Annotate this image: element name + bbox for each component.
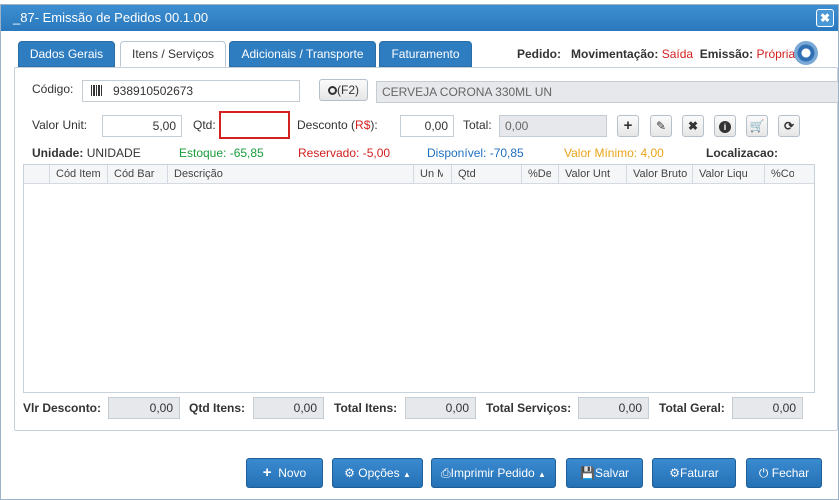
power-icon: ⏻ (758, 466, 769, 480)
unidade-info: Unidade: UNIDADE (32, 146, 141, 160)
column-header-valor-liquido[interactable]: Valor Liqu (692, 165, 752, 184)
desconto-label-suffix: ): (370, 118, 378, 132)
info-icon[interactable]: i (714, 115, 736, 137)
salvar-label: Salvar (594, 466, 629, 480)
salvar-button[interactable]: 💾Salvar (566, 458, 643, 488)
tab-dados-gerais[interactable]: Dados Gerais (18, 41, 115, 67)
column-header-comissao[interactable]: %Co (764, 165, 794, 184)
caret-up-icon: ▲ (402, 470, 411, 479)
cart-icon[interactable]: 🛒 (746, 115, 768, 137)
column-header-valor-unt[interactable]: Valor Unt (558, 165, 624, 184)
vlr-desconto-label: Vlr Desconto: (23, 401, 102, 415)
desconto-currency: R$ (355, 118, 371, 132)
gear-small-icon: ⚙ (669, 466, 681, 480)
items-table: Cód Item Cód Bar Descrição Un M Qtd %De … (23, 164, 815, 393)
table-header: Cód Item Cód Bar Descrição Un M Qtd %De … (24, 165, 814, 184)
pedido-label: Pedido: (517, 47, 561, 61)
column-header-valor-bruto[interactable]: Valor Bruto (626, 165, 692, 184)
tab-adicionais-transporte[interactable]: Adicionais / Transporte (229, 41, 376, 67)
delete-icon[interactable]: ✖ (682, 115, 704, 137)
valor-unit-label: Valor Unit: (32, 118, 88, 132)
title-bar: _87- Emissão de Pedidos 00.1.00 ✖ (1, 5, 838, 31)
novo-label: Novo (278, 466, 307, 480)
close-icon[interactable]: ✖ (816, 9, 834, 27)
total-label: Total: (463, 118, 492, 132)
gear-small-icon: ⚙ (344, 466, 355, 480)
refresh-icon[interactable]: ⟳ (778, 115, 800, 137)
column-header-descricao[interactable]: Descrição (167, 165, 416, 184)
order-dialog: _87- Emissão de Pedidos 00.1.00 ✖ Dados … (0, 4, 839, 500)
total-field: 0,00 (499, 115, 607, 137)
descricao-field: CERVEJA CORONA 330ML UN (376, 81, 838, 103)
column-header-cod-bar[interactable]: Cód Bar (107, 165, 159, 184)
caret-up-icon: ▲ (538, 470, 546, 479)
imprimir-label: Imprimir Pedido (450, 466, 535, 480)
plus-icon: + (262, 464, 272, 481)
unidade-value: UNIDADE (86, 146, 141, 160)
edit-icon[interactable]: ✎ (650, 115, 672, 137)
faturar-label: Faturar (680, 466, 719, 480)
valor-minimo-info: Valor Mínimo: 4,00 (564, 146, 664, 160)
disponivel-info: Disponível: -70,85 (427, 146, 524, 160)
codigo-value: 938910502673 (113, 84, 194, 98)
desconto-field[interactable]: 0,00 (400, 115, 454, 137)
tab-faturamento[interactable]: Faturamento (379, 41, 472, 67)
column-header-desconto[interactable]: %De (521, 165, 551, 184)
opcoes-button[interactable]: ⚙ Opções ▲ (332, 458, 423, 488)
column-header-cod-item[interactable]: Cód Item (49, 165, 101, 184)
opcoes-label: Opções (358, 466, 400, 480)
movimentacao-value: Saída (661, 47, 694, 61)
search-icon (328, 86, 337, 95)
total-geral-label: Total Geral: (659, 401, 725, 415)
imprimir-pedido-button[interactable]: ⎙Imprimir Pedido ▲ (431, 458, 556, 488)
desconto-label-prefix: Desconto ( (297, 118, 356, 132)
vlr-desconto-value: 0,00 (108, 397, 180, 419)
faturar-button[interactable]: ⚙Faturar (652, 458, 736, 488)
estoque-info: Estoque: -65,85 (179, 146, 264, 160)
total-geral-value: 0,00 (732, 397, 803, 419)
search-button[interactable]: (F2) (319, 79, 368, 101)
qtd-itens-value: 0,00 (253, 397, 324, 419)
valor-unit-field[interactable]: 5,00 (102, 115, 182, 137)
emissao-value: Própria (756, 47, 796, 61)
codigo-label: Código: (32, 82, 74, 96)
qtd-itens-label: Qtd Itens: (189, 401, 245, 415)
qtd-field[interactable] (219, 111, 290, 139)
total-servicos-label: Total Serviços: (486, 401, 572, 415)
save-icon: 💾 (580, 466, 595, 480)
emissao-label: Emissão: (699, 47, 754, 61)
codigo-field[interactable]: 938910502673 (82, 80, 300, 102)
column-header-un-m[interactable]: Un M (413, 165, 443, 184)
window-title: _87- Emissão de Pedidos 00.1.00 (13, 10, 209, 25)
fechar-label: Fechar (771, 466, 810, 480)
fechar-button[interactable]: ⏻ Fechar (746, 458, 822, 488)
unidade-label: Unidade: (32, 146, 84, 160)
column-header-selector[interactable] (24, 165, 49, 184)
add-icon[interactable]: + (617, 115, 639, 137)
localizacao-info: Localizacao: (706, 146, 779, 160)
total-servicos-value: 0,00 (578, 397, 649, 419)
gear-icon[interactable] (794, 41, 818, 65)
novo-button[interactable]: + Novo (246, 458, 323, 488)
total-itens-value: 0,00 (405, 397, 476, 419)
column-header-qtd[interactable]: Qtd (451, 165, 521, 184)
desconto-label: Desconto (R$): (297, 118, 378, 132)
printer-icon: ⎙ (441, 466, 451, 480)
movimentacao-label: Movimentação: (571, 47, 659, 61)
qtd-label: Qtd: (193, 118, 216, 132)
reservado-info: Reservado: -5,00 (298, 146, 391, 160)
total-itens-label: Total Itens: (334, 401, 398, 415)
tab-itens-servicos[interactable]: Itens / Serviços (120, 41, 226, 67)
search-shortcut-label: (F2) (337, 83, 359, 97)
order-header-info: Pedido: Movimentação: Saída Emissão: Pró… (517, 47, 795, 61)
barcode-icon (91, 85, 103, 96)
